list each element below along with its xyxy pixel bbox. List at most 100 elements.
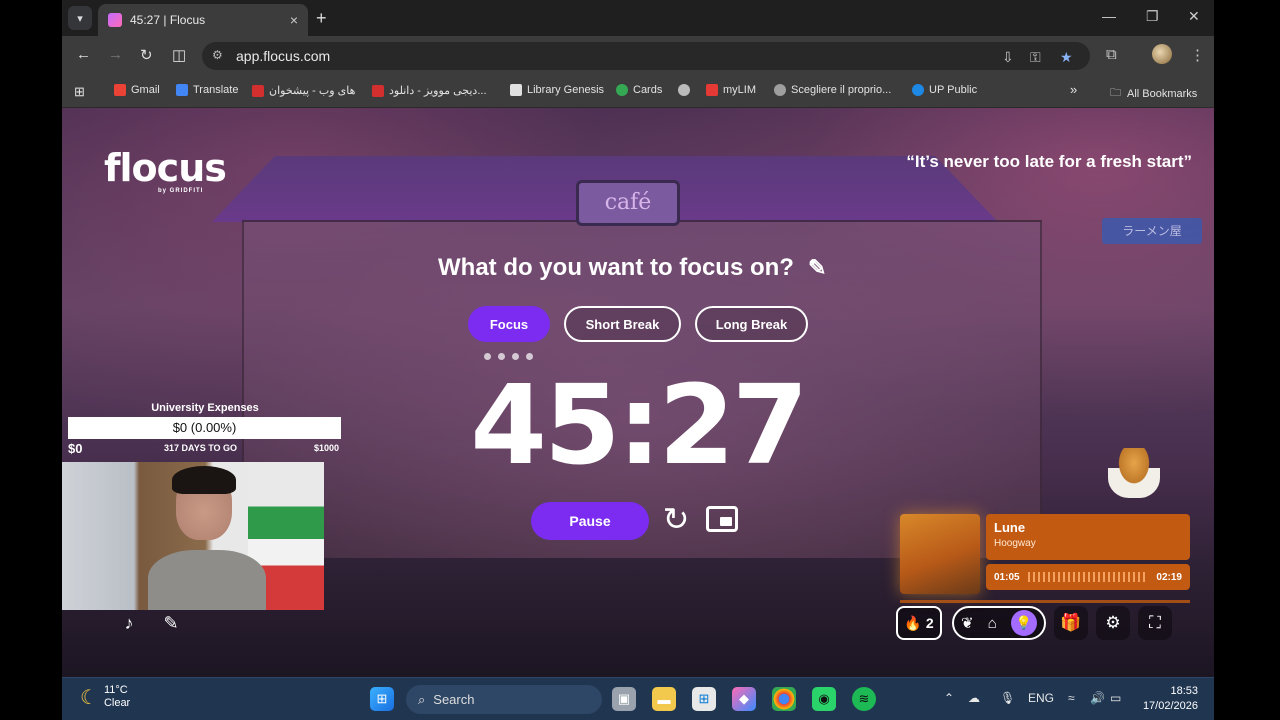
fire-icon: 🔥 (904, 614, 922, 631)
pause-button[interactable]: Pause (531, 502, 649, 540)
forward-icon[interactable]: → (108, 46, 123, 63)
volume-icon[interactable]: 🔊 (1090, 691, 1105, 705)
address-bar[interactable]: ⚙ app.flocus.com ⇩ ⚿ ★ (202, 42, 1090, 70)
bookmark-star-icon[interactable]: ★ (1060, 49, 1073, 66)
more-bookmarks-icon[interactable]: » (1070, 82, 1077, 97)
now-playing-card[interactable]: Lune Hoogway (986, 514, 1190, 560)
focus-task-input[interactable]: What do you want to focus on? ✎ (438, 254, 858, 282)
pencil-icon[interactable]: ✎ (156, 608, 186, 638)
bookmark-up-public[interactable]: UP Public (912, 84, 977, 96)
timer-display: 45:27 (470, 361, 808, 489)
goal-title: University Expenses (151, 402, 259, 414)
pencil-icon[interactable]: ✎ (808, 255, 826, 281)
flocus-page: café ラーメン屋 flocus by GRIDFITI “It’s neve… (62, 108, 1214, 677)
search-icon: ⌕ (418, 691, 426, 707)
reload-icon[interactable]: ↻ (140, 46, 153, 64)
mylim-icon (706, 84, 718, 96)
plant-icon[interactable]: ❦ (961, 614, 974, 632)
focus-prompt: What do you want to focus on? (438, 254, 794, 281)
bookmark-library-genesis[interactable]: Library Genesis (510, 84, 604, 96)
bookmarks-bar: ⊞ Gmail Translate های وب - پیشخوان دیجی … (62, 76, 1214, 108)
tab-focus[interactable]: Focus (468, 306, 550, 342)
close-window-button[interactable]: ✕ (1188, 8, 1200, 25)
password-key-icon[interactable]: ⚿ (1030, 49, 1041, 66)
home-icon[interactable]: ⌂ (988, 615, 997, 632)
wifi-icon[interactable]: ≈ (1068, 691, 1075, 705)
bookmark-gmail[interactable]: Gmail (114, 84, 160, 96)
tab-long-break[interactable]: Long Break (695, 306, 808, 342)
site-info-icon[interactable]: ⚙ (212, 48, 223, 62)
gmail-icon (114, 84, 126, 96)
music-note-icon[interactable]: ♪ (114, 608, 144, 638)
waveform[interactable] (1027, 572, 1149, 582)
album-art[interactable] (900, 514, 980, 594)
lightbulb-icon[interactable]: 💡 (1010, 610, 1037, 636)
session-dot (526, 353, 533, 360)
gift-icon[interactable]: 🎁 (1054, 606, 1088, 640)
new-tab-button[interactable]: + (316, 8, 327, 29)
weather-condition: Clear (103, 697, 131, 709)
extensions-icon[interactable]: ⧉ (1106, 46, 1117, 63)
bookmark-scegliere[interactable]: Scegliere il proprio... (774, 84, 891, 96)
browser-menu-icon[interactable]: ⋮ (1190, 46, 1205, 64)
restore-button[interactable]: ❐ (1146, 8, 1159, 25)
bookmark-globe[interactable] (678, 84, 695, 96)
reset-icon[interactable]: ↻ (658, 502, 694, 538)
profile-avatar[interactable] (1152, 44, 1172, 64)
song-progress[interactable]: 01:05 02:19 (986, 564, 1190, 590)
windows-taskbar: ☾ 11°C Clear ⊞ ⌕ Search ▣ ▬ ⊞ ◆ ◉ ≋ ⌃ ☁ … (62, 677, 1214, 720)
whatsapp-icon[interactable]: ◉ (812, 687, 836, 711)
picture-in-picture-icon[interactable] (706, 506, 738, 532)
battery-icon[interactable]: ▭ (1110, 691, 1121, 705)
all-bookmarks[interactable]: 🗀 All Bookmarks (1110, 84, 1197, 103)
folder-icon: 🗀 (1110, 87, 1121, 99)
weather-widget[interactable]: ☾ 11°C Clear (80, 684, 130, 710)
office-icon[interactable]: ◆ (732, 687, 756, 711)
back-icon[interactable]: ← (76, 46, 91, 63)
flocus-logo[interactable]: flocus (104, 148, 227, 188)
settings-gear-icon[interactable]: ⚙ (1096, 606, 1130, 640)
language-indicator[interactable]: ENG (1028, 691, 1054, 705)
bookmark-translate[interactable]: Translate (176, 84, 238, 96)
clock-time: 18:53 (1170, 685, 1198, 697)
bookmark-persian-2[interactable]: دیجی موویز - دانلود... (372, 84, 487, 97)
tab-short-break[interactable]: Short Break (564, 306, 681, 342)
microphone-icon[interactable]: 🎙 (1000, 691, 1015, 705)
bookmark-cards[interactable]: Cards (616, 84, 662, 96)
minimize-button[interactable]: — (1102, 8, 1116, 24)
close-tab-icon[interactable]: × (290, 12, 298, 28)
view-switcher: ❦ ⌂ 💡 (952, 606, 1046, 640)
streak-count: 2 (925, 615, 934, 631)
bookmark-mylim[interactable]: myLIM (706, 84, 756, 96)
install-app-icon[interactable]: ⇩ (1002, 49, 1014, 66)
windows-start-icon[interactable]: ⊞ (370, 687, 394, 711)
file-explorer-icon[interactable]: ▬ (652, 687, 676, 711)
spotify-icon[interactable]: ≋ (852, 687, 876, 711)
show-hidden-icons[interactable]: ⌃ (944, 691, 954, 705)
fullscreen-icon[interactable]: ⛶ (1138, 606, 1172, 640)
cafe-sign: café (576, 180, 680, 226)
taskbar-search[interactable]: ⌕ Search (406, 685, 602, 714)
task-view-icon[interactable]: ▣ (612, 687, 636, 711)
microsoft-store-icon[interactable]: ⊞ (692, 687, 716, 711)
cloud-icon[interactable]: ☁ (968, 691, 980, 705)
streak-button[interactable]: 🔥 2 (896, 606, 942, 640)
site-icon (252, 84, 264, 97)
song-duration: 02:19 (1156, 571, 1182, 583)
song-artist: Hoogway (994, 538, 1036, 549)
cards-icon (616, 84, 628, 96)
session-dot (484, 353, 491, 360)
apps-grid-icon[interactable]: ⊞ (74, 84, 85, 100)
logo-byline: by GRIDFITI (158, 188, 204, 194)
bookmark-persian-1[interactable]: های وب - پیشخوان (252, 84, 355, 97)
tab-search-icon[interactable]: ▾ (68, 6, 92, 30)
session-dots (484, 353, 533, 360)
split-view-icon[interactable]: ◫ (172, 46, 186, 64)
motivational-quote: “It’s never too late for a fresh start” (906, 152, 1192, 171)
taskbar-clock[interactable]: 18:53 17/02/2026 (1136, 684, 1198, 714)
goal-max: $1000 (314, 443, 340, 453)
chrome-icon[interactable] (772, 687, 796, 711)
globe-icon (678, 84, 690, 96)
url-text: app.flocus.com (236, 48, 331, 64)
tab-flocus[interactable]: 45:27 | Flocus × (98, 4, 308, 36)
